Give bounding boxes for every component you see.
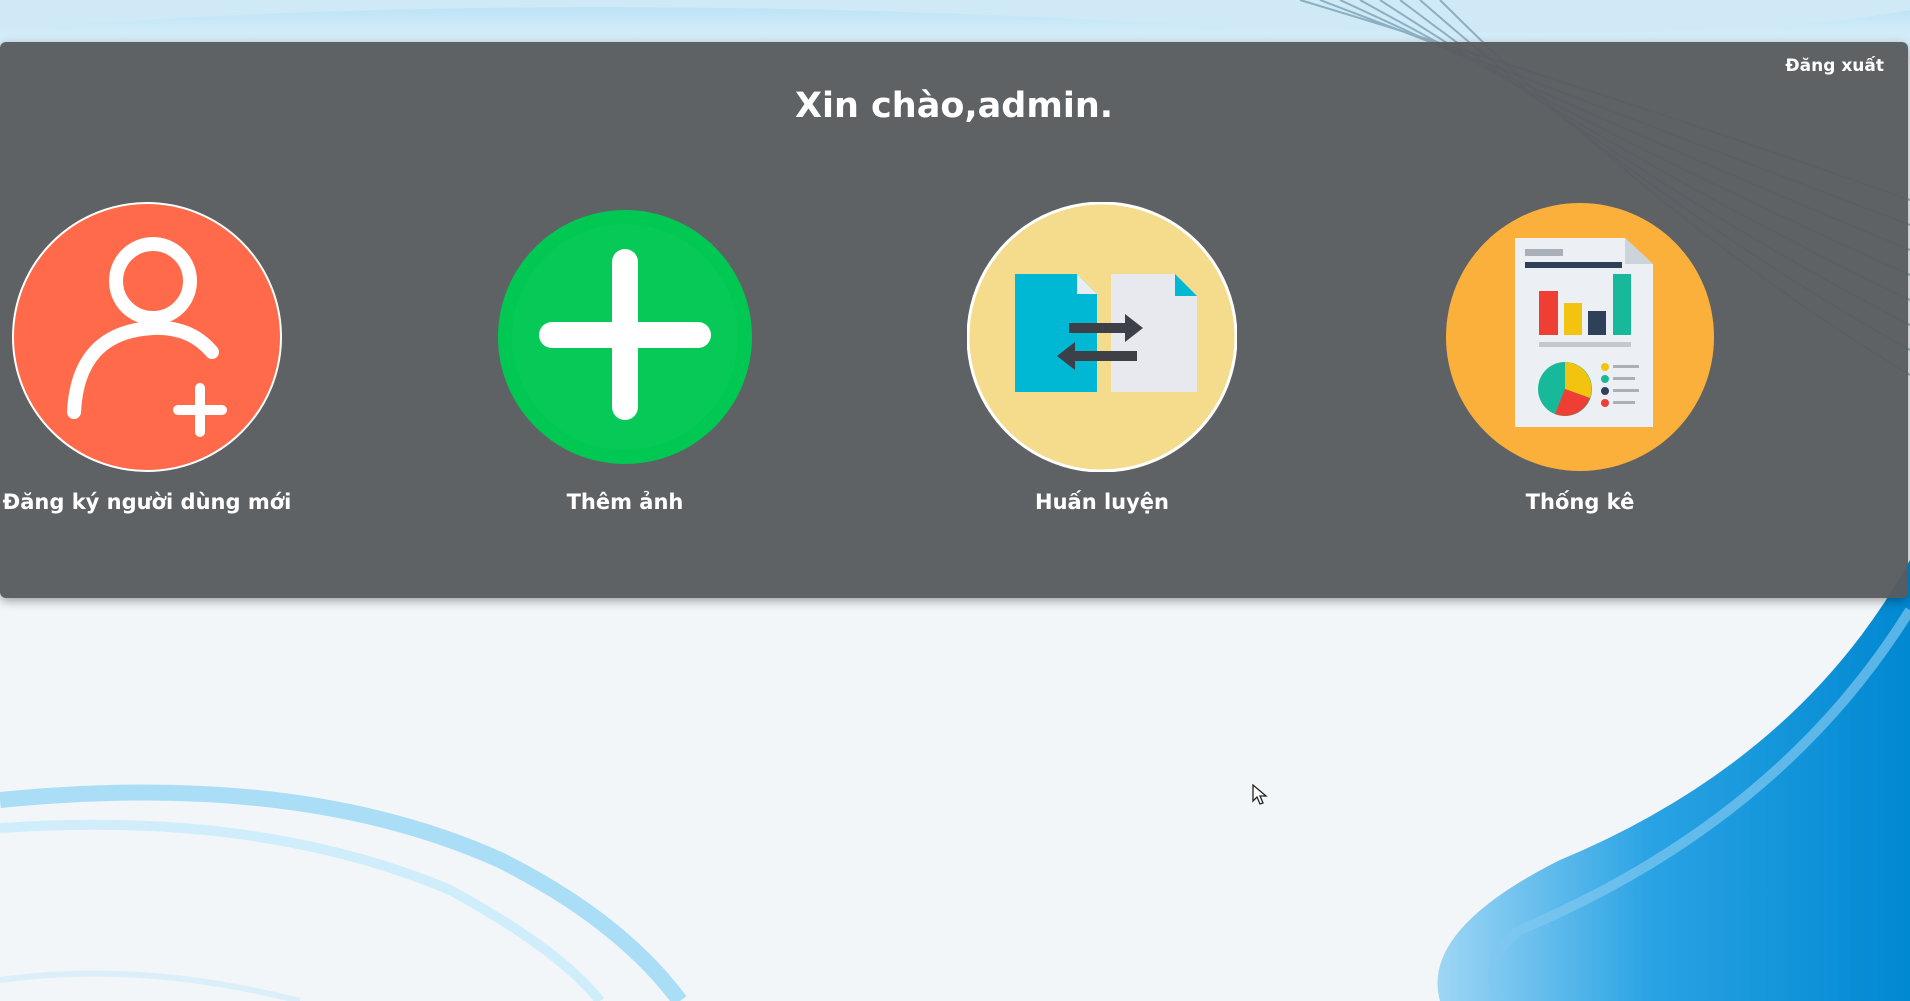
mouse-cursor-icon (1252, 784, 1268, 805)
report-chart-icon (1446, 203, 1714, 471)
plus-icon (498, 210, 752, 464)
add-user-icon (12, 202, 282, 472)
file-transfer-icon (967, 202, 1237, 472)
statistics-label: Thống kê (1525, 490, 1635, 514)
statistics-tile[interactable]: Thống kê (1430, 202, 1730, 514)
add-image-tile[interactable]: Thêm ảnh (475, 202, 775, 514)
register-user-label: Đăng ký người dùng mới (2, 490, 292, 514)
logout-link[interactable]: Đăng xuất (1785, 56, 1884, 76)
training-tile[interactable]: Huấn luyện (952, 202, 1252, 514)
page-title: Xin chào,admin. (794, 86, 1114, 126)
training-label: Huấn luyện (1035, 490, 1169, 514)
add-image-label: Thêm ảnh (566, 490, 684, 514)
register-user-tile[interactable]: Đăng ký người dùng mới (0, 202, 297, 514)
page: Đăng xuất Xin chào,admin. Đăng ký người … (0, 0, 1910, 1001)
dashboard-panel: Đăng xuất Xin chào,admin. Đăng ký người … (0, 42, 1908, 598)
